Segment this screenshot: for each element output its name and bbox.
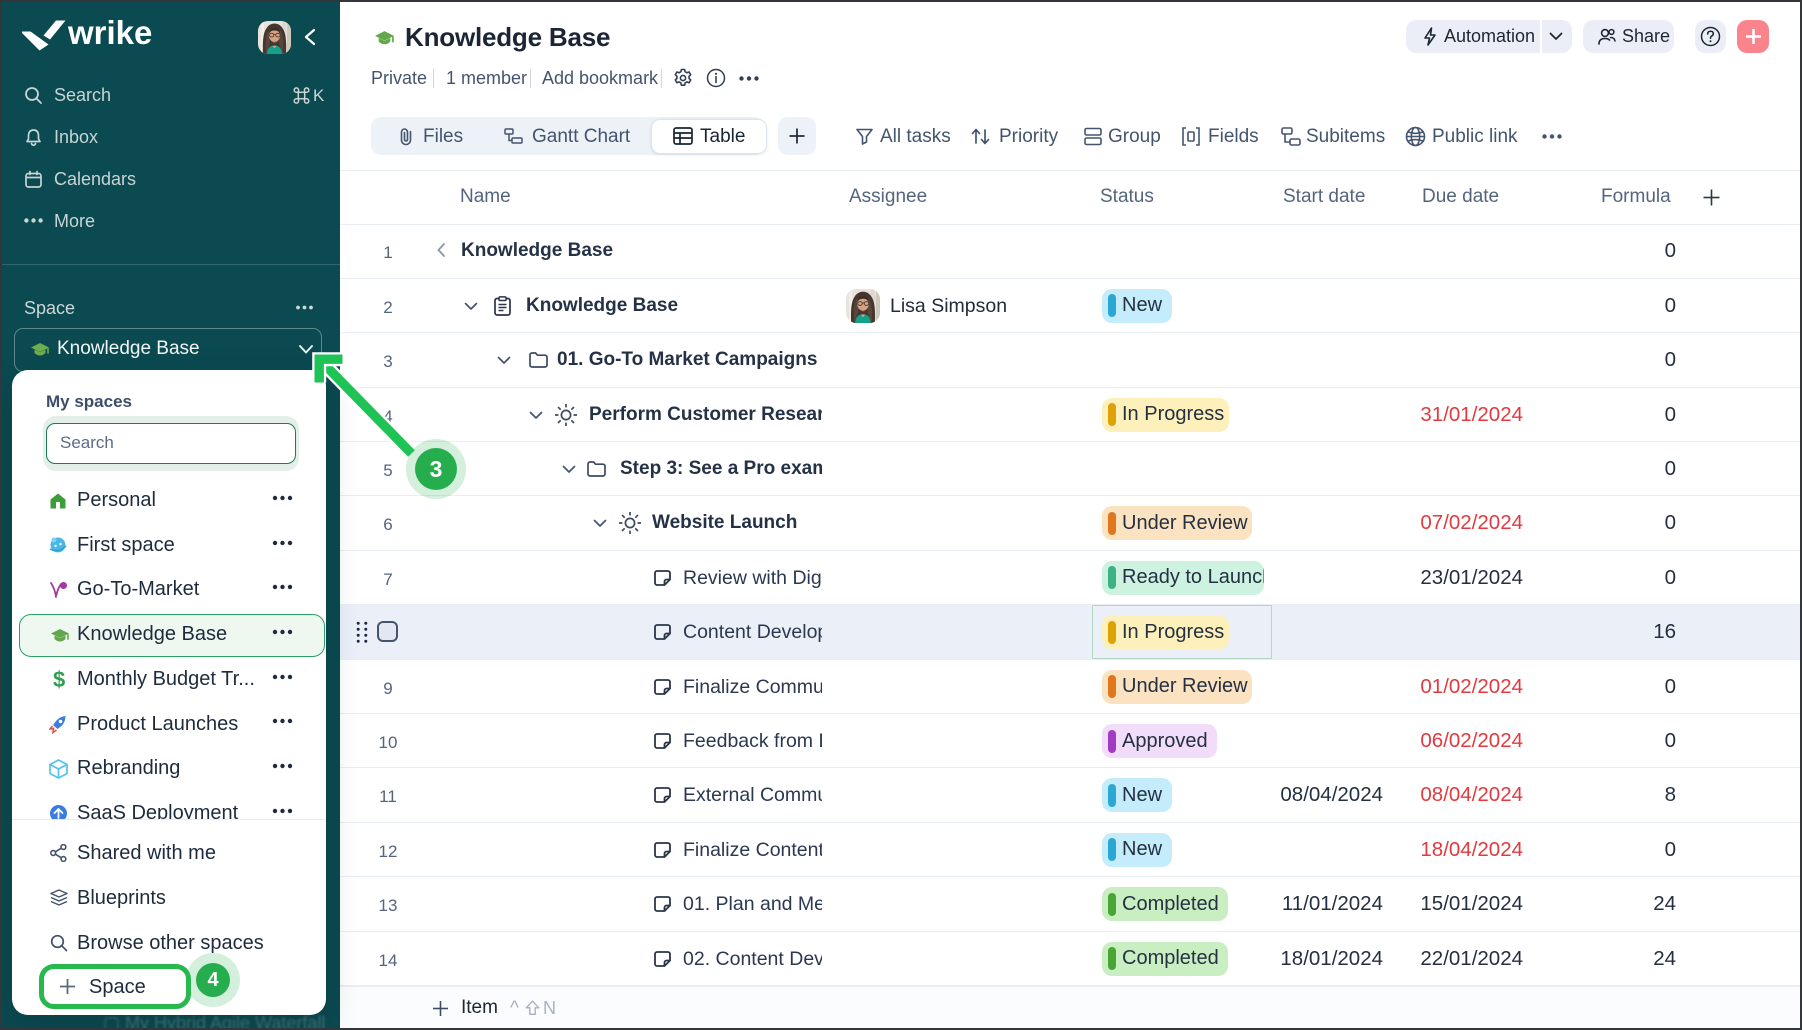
svg-text:3: 3 — [430, 456, 443, 482]
